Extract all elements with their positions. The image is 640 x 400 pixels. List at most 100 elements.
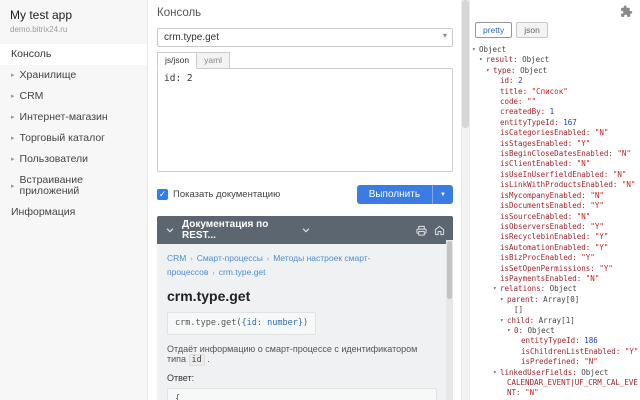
json-tree-node: isPaymentsEnabled: "N" — [471, 274, 640, 284]
json-value: "N" — [594, 128, 609, 138]
json-value: "N" — [525, 388, 539, 398]
json-key: child: — [507, 315, 539, 325]
json-value: "N" — [617, 149, 631, 159]
json-tree-node: isStagesEnabled: "Y" — [471, 139, 640, 149]
breadcrumb-separator: › — [212, 270, 215, 277]
tree-toggle-icon[interactable]: ▾ — [500, 295, 507, 305]
breadcrumb-separator: › — [190, 256, 193, 263]
sidebar-item[interactable]: ▸ Встраивание приложений — [0, 170, 147, 202]
tree-toggle-icon[interactable]: ▾ — [479, 55, 486, 65]
tree-toggle-icon[interactable]: ▾ — [500, 316, 507, 326]
json-tree-node[interactable]: ▾ child: Array[1] — [471, 316, 640, 326]
console-panel: Консоль ▾ js/jsonyaml id: 2 ✓ Показать д… — [149, 0, 461, 400]
chevron-down-icon[interactable] — [165, 225, 175, 235]
sidebar-item[interactable]: ▸ CRM — [0, 86, 147, 107]
result-panel: pretty json ▾ Object ▾ result: Object ▾ type: … — [471, 0, 640, 400]
json-value: Object — [581, 367, 609, 377]
method-dropdown-icon[interactable]: ▾ — [443, 31, 447, 40]
json-value: "N" — [585, 273, 600, 283]
json-value: 186 — [584, 336, 598, 346]
json-key: title: — [500, 86, 532, 96]
json-tree-node: isMycompanyEnabled: "N" — [471, 191, 640, 201]
app-header: My test app demo.bitrix24.ru — [0, 0, 147, 44]
json-tree-node: isSourceEnabled: "N" — [471, 212, 640, 222]
breadcrumb-link[interactable]: crm.type.get — [219, 267, 266, 277]
json-key: parent: — [507, 294, 544, 304]
sidebar-menu: Консоль ▸ Хранилище ▸ CRM ▸ Интернет-магазин ▸ Т… — [0, 44, 147, 223]
json-tree-node: entityTypeId: 167 — [471, 118, 640, 128]
json-value: "" — [527, 97, 537, 107]
json-tree-node: createdBy: 1 — [471, 107, 640, 117]
json-value: "Y" — [594, 242, 609, 252]
result-view-tab-json[interactable]: json — [516, 22, 548, 38]
tree-toggle-icon[interactable]: ▾ — [472, 45, 479, 55]
run-dropdown-icon[interactable]: ▼ — [432, 185, 453, 204]
json-tree-node: isUseInUserfieldEnabled: "N" — [471, 170, 640, 180]
json-key: isBeginCloseDatesEnabled: — [500, 149, 618, 159]
show-docs-label: Показать документацию — [173, 189, 281, 200]
json-value: "N" — [621, 180, 636, 190]
sidebar-item[interactable]: Консоль — [0, 44, 147, 65]
code-token: ) — [302, 318, 309, 328]
code-token: {id: number} — [241, 318, 303, 328]
json-key: isObserversEnabled: — [500, 221, 591, 231]
expand-icon: ▸ — [11, 93, 15, 100]
json-tree-node[interactable]: ▾ result: Object — [471, 55, 640, 65]
editor-tab-jsjson[interactable]: js/json — [157, 52, 198, 69]
json-value: 1 — [549, 107, 555, 117]
code-token: crm.type.get( — [175, 318, 242, 328]
sidebar: My test app demo.bitrix24.ru Консоль ▸ Хра… — [0, 0, 148, 400]
sidebar-item-label: Пользователи — [19, 153, 89, 165]
docs-scrollbar-thumb[interactable] — [447, 241, 452, 299]
extension-puzzle-icon[interactable] — [620, 5, 633, 23]
tree-toggle-icon[interactable]: ▾ — [493, 284, 500, 294]
expand-icon: ▸ — [11, 72, 15, 79]
tree-toggle-icon[interactable]: ▾ — [486, 66, 493, 76]
editor-tab-yaml[interactable]: yaml — [197, 52, 231, 69]
json-value: "Y" — [624, 346, 639, 356]
sidebar-item[interactable]: ▸ Торговый каталог — [0, 128, 147, 149]
docs-scrollbar[interactable] — [446, 240, 453, 400]
json-tree-node: isClientEnabled: "N" — [471, 159, 640, 169]
checkbox-checked-icon[interactable]: ✓ — [157, 189, 168, 200]
docs-header: Документация по REST... — [157, 216, 453, 244]
json-value: "N" — [612, 169, 627, 179]
sidebar-item[interactable]: ▸ Интернет-магазин — [0, 107, 147, 128]
run-button-label[interactable]: Выполнить — [357, 185, 432, 204]
json-tree-node[interactable]: ▾ Object — [471, 45, 640, 55]
params-textarea[interactable]: id: 2 — [157, 68, 453, 172]
app-title: My test app — [10, 8, 73, 22]
result-view-tab-pretty[interactable]: pretty — [475, 22, 513, 38]
tree-toggle-icon[interactable]: ▾ — [507, 326, 514, 336]
method-input[interactable] — [157, 28, 453, 47]
run-button[interactable]: Выполнить ▼ — [356, 185, 453, 204]
json-tree-node: entityTypeId: 186 — [471, 336, 640, 346]
home-icon[interactable] — [434, 225, 445, 236]
tree-toggle-icon[interactable]: ▾ — [493, 368, 500, 378]
json-key: isPaymentsEnabled: — [500, 273, 586, 283]
chevron-down-icon[interactable] — [301, 225, 311, 235]
json-tree-node[interactable]: ▾ relations: Object — [471, 284, 640, 294]
method-combobox: ▾ — [157, 27, 453, 47]
json-tree-node[interactable]: ▾ type: Object — [471, 66, 640, 76]
print-icon[interactable] — [416, 225, 427, 236]
show-docs-checkbox[interactable]: ✓ Показать документацию — [157, 189, 280, 200]
json-key: result: — [486, 55, 523, 65]
sidebar-item-label: CRM — [19, 90, 44, 102]
json-value: 2 — [518, 76, 523, 86]
breadcrumb-link[interactable]: Смарт-процессы — [197, 253, 263, 263]
sidebar-item[interactable]: ▸ Хранилище — [0, 65, 147, 86]
page-scrollbar-thumb[interactable] — [462, 0, 469, 128]
breadcrumb-link[interactable]: CRM — [167, 253, 186, 263]
page-scrollbar[interactable] — [461, 0, 470, 400]
code-token: { — [175, 394, 181, 400]
json-key: code: — [500, 97, 528, 107]
json-tree-node[interactable]: ▾ 0: Object — [471, 326, 640, 336]
json-tree-node: isBeginCloseDatesEnabled: "N" — [471, 149, 640, 159]
json-tree-node[interactable]: ▾ linkedUserFields: Object — [471, 368, 640, 378]
expand-icon: ▸ — [11, 156, 15, 163]
sidebar-item[interactable]: Информация — [0, 202, 147, 223]
json-tree-node[interactable]: ▾ parent: Array[0] — [471, 295, 640, 305]
sidebar-item[interactable]: ▸ Пользователи — [0, 149, 147, 170]
json-key: isBizProcEnabled: — [500, 253, 582, 263]
